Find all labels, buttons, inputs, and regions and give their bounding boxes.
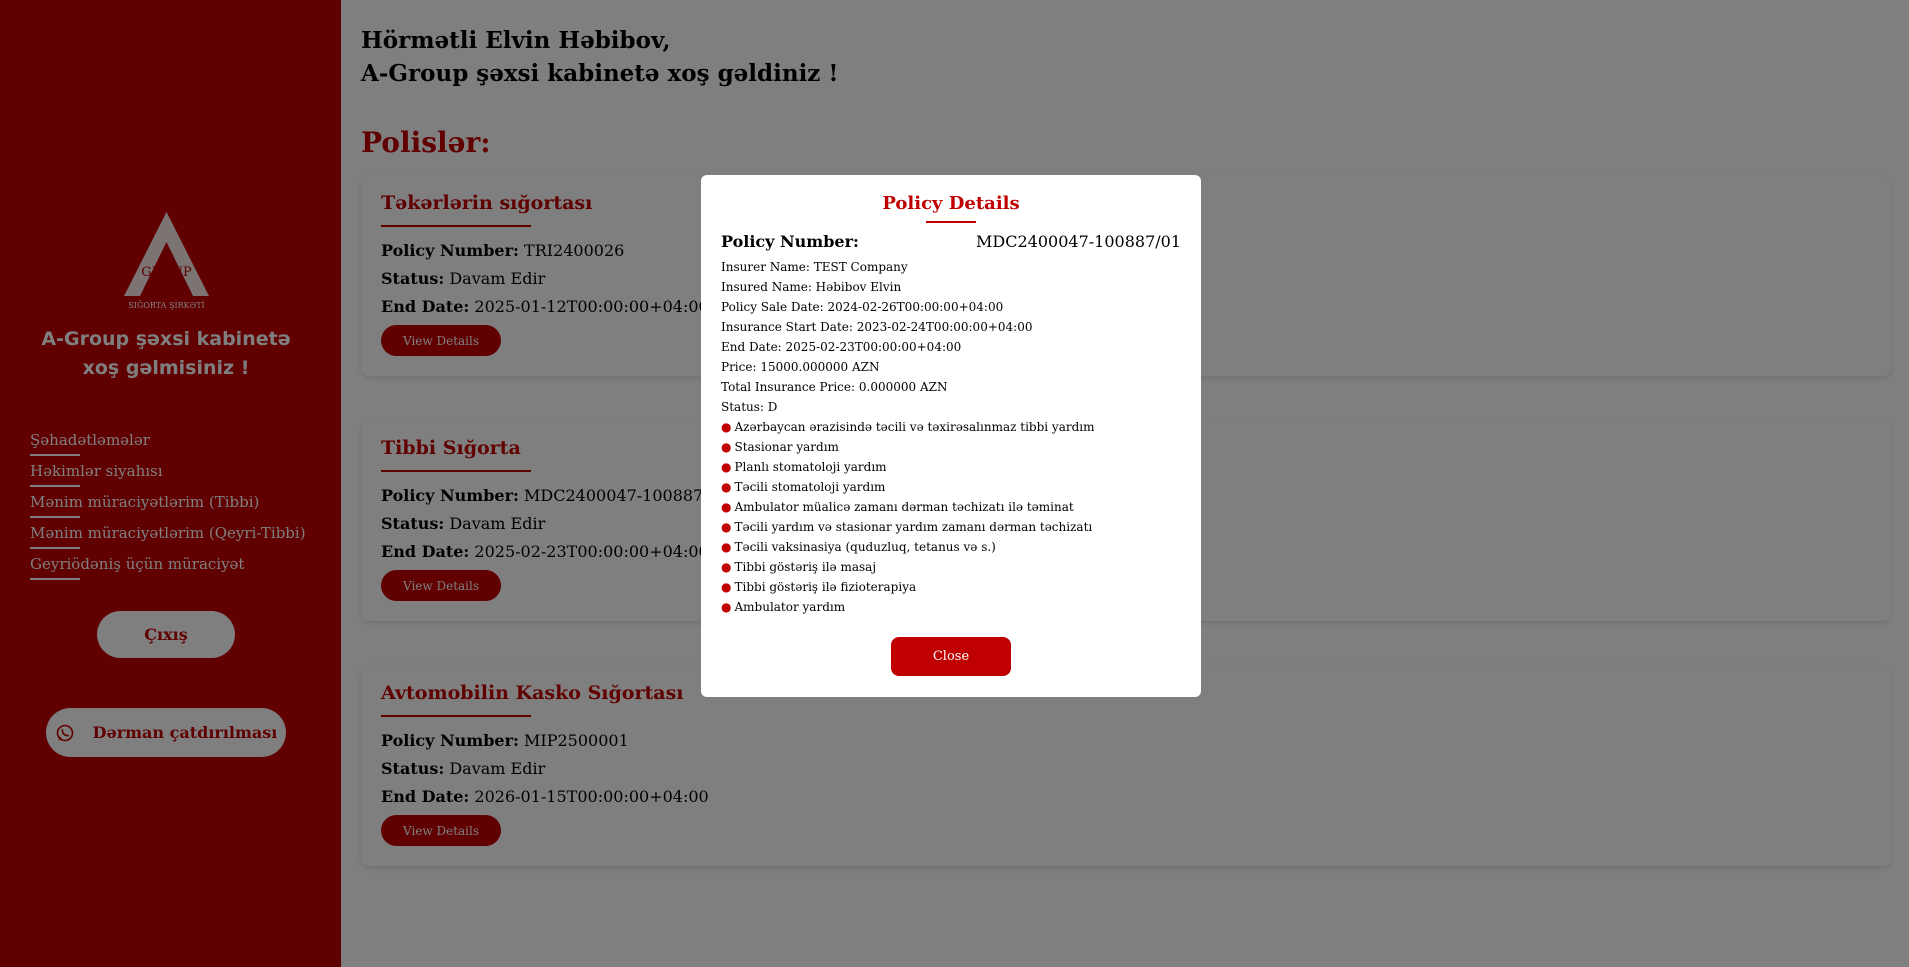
policy-status: Status: D: [721, 400, 778, 414]
bullet-icon: ●: [721, 580, 732, 594]
insurance-start-date: Insurance Start Date: 2023-02-24T00:00:0…: [721, 320, 1033, 334]
bullet-icon: ●: [721, 480, 732, 494]
insurer-name: Insurer Name: TEST Company: [721, 260, 908, 274]
title-underline: [926, 221, 976, 223]
modal-policy-number-value: MDC2400047-100887/01: [976, 232, 1181, 251]
coverage-item: ● Təcili vaksinasiya (quduzluq, tetanus v…: [721, 537, 1181, 557]
insured-name: Insured Name: Həbibov Elvin: [721, 280, 902, 294]
coverage-item: ● Təcili stomatoloji yardım: [721, 477, 1181, 497]
policy-sale-date: Policy Sale Date: 2024-02-26T00:00:00+04…: [721, 300, 1004, 314]
coverage-item: ● Azərbaycan ərazisində təcili və təxirəs…: [721, 417, 1181, 437]
bullet-icon: ●: [721, 500, 732, 514]
coverage-label: Planlı stomatoloji yardım: [734, 460, 887, 474]
coverage-item: ● Ambulator yardım: [721, 597, 1181, 617]
policy-details-modal: Policy Details Policy Number: MDC2400047…: [701, 175, 1201, 697]
modal-title: Policy Details: [882, 193, 1020, 214]
coverage-item: ● Tibbi göstəriş ilə fizioterapiya: [721, 577, 1181, 597]
bullet-icon: ●: [721, 420, 732, 434]
bullet-icon: ●: [721, 560, 732, 574]
coverage-label: Stasionar yardım: [734, 440, 839, 454]
coverage-label: Təcili stomatoloji yardım: [734, 480, 886, 494]
end-date: End Date: 2025-02-23T00:00:00+04:00: [721, 340, 962, 354]
coverage-label: Ambulator yardım: [734, 600, 846, 614]
coverage-label: Tibbi göstəriş ilə masaj: [734, 560, 877, 574]
bullet-icon: ●: [721, 540, 732, 554]
coverage-label: Tibbi göstəriş ilə fizioterapiya: [734, 580, 917, 594]
policy-detail-list: Insurer Name: TEST Company Insured Name:…: [721, 257, 1181, 617]
coverage-label: Azərbaycan ərazisində təcili və təxirəsa…: [734, 420, 1095, 434]
close-button[interactable]: Close: [891, 637, 1011, 676]
bullet-icon: ●: [721, 520, 732, 534]
modal-policy-number-row: Policy Number: MDC2400047-100887/01: [721, 232, 1181, 251]
bullet-icon: ●: [721, 600, 732, 614]
coverage-label: Ambulator müalicə zamanı dərman təchizat…: [734, 500, 1074, 514]
coverage-label: Təcili vaksinasiya (quduzluq, tetanus və…: [734, 540, 996, 554]
coverage-item: ● Planlı stomatoloji yardım: [721, 457, 1181, 477]
total-insurance-price: Total Insurance Price: 0.000000 AZN: [721, 380, 948, 394]
bullet-icon: ●: [721, 440, 732, 454]
coverage-item: ● Stasionar yardım: [721, 437, 1181, 457]
coverage-item: ● Təcili yardım və stasionar yardım zaman…: [721, 517, 1181, 537]
coverage-item: ● Ambulator müalicə zamanı dərman təchiza…: [721, 497, 1181, 517]
bullet-icon: ●: [721, 460, 732, 474]
coverage-item: ● Tibbi göstəriş ilə masaj: [721, 557, 1181, 577]
coverage-label: Təcili yardım və stasionar yardım zamanı…: [734, 520, 1093, 534]
modal-policy-number-label: Policy Number:: [721, 232, 859, 251]
price: Price: 15000.000000 AZN: [721, 360, 880, 374]
